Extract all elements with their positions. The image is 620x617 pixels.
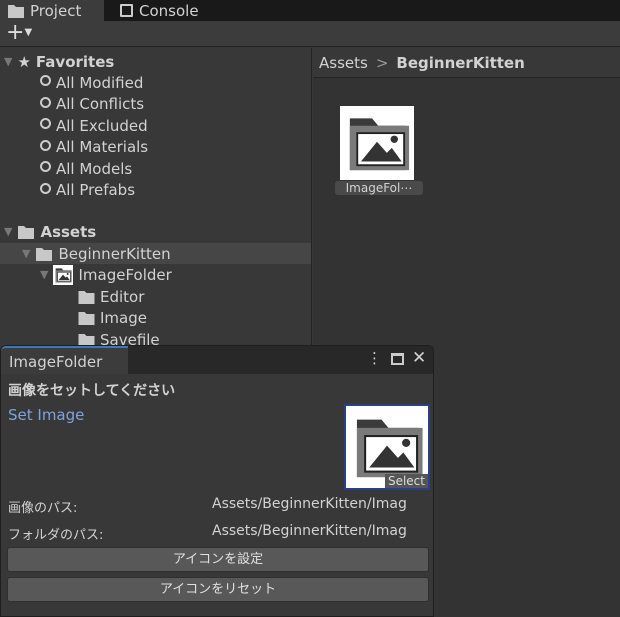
expand-arrow-icon: ▼ [4,225,13,238]
breadcrumb-separator: > [375,53,389,72]
toolbar: +▼ [0,21,620,47]
tree-label: BeginnerKitten [58,244,171,263]
folder-path-label: フォルダのパス: [8,528,104,543]
tree-label: Image [100,308,147,327]
search-icon [40,161,51,172]
favorite-label: All Modified [56,73,144,92]
search-icon [40,75,51,86]
maximize-icon[interactable] [391,353,404,365]
favorite-item[interactable]: All Models [40,158,132,179]
image-path-value: Assets/BeginnerKitten/Imag [212,496,407,512]
tree-item-editor[interactable]: Editor [78,286,144,307]
reset-icon-button[interactable]: アイコンをリセット [7,577,429,602]
star-icon: ★ [17,52,31,71]
folder-open-icon [17,225,35,239]
assets-header[interactable]: ▼ Assets [4,221,96,242]
tree-label: Editor [100,287,145,306]
expand-arrow-icon: ▼ [4,55,13,68]
tree-item-beginnerkitten[interactable]: ▼ BeginnerKitten [0,243,311,264]
window-tab[interactable]: ImageFolder [1,346,128,374]
image-folder-icon [53,264,74,285]
breadcrumb-assets[interactable]: Assets [319,54,368,72]
favorite-item[interactable]: All Excluded [40,115,148,136]
favorites-header[interactable]: ▼ ★ Favorites [4,51,114,72]
tab-bar: Project Console [0,0,620,21]
tab-project[interactable]: Project [0,0,104,21]
search-icon [40,139,51,151]
plus-icon: + [6,20,25,45]
set-icon-button[interactable]: アイコンを設定 [7,547,429,572]
favorite-label: All Excluded [56,116,148,135]
imagefolder-window: ImageFolder ⋮ ✕ 画像をセットしてください Set Image S… [0,345,434,617]
favorite-item[interactable]: All Modified [40,72,143,93]
close-icon[interactable]: ✕ [412,348,426,368]
breadcrumb-current[interactable]: BeginnerKitten [396,54,524,72]
select-button[interactable]: Select [384,474,428,488]
asset-item-imagefolder[interactable]: ImageFol⋯ [335,106,425,195]
asset-label: ImageFol⋯ [335,181,423,195]
expand-arrow-icon: ▼ [22,247,31,260]
search-icon [40,182,51,194]
tab-label: Project [30,1,82,20]
image-picker[interactable]: Select [344,404,430,490]
folder-icon [78,290,95,304]
folder-icon [78,311,95,325]
image-path-label: 画像のパス: [8,501,78,516]
tree-label: ImageFolder [78,265,172,284]
favorite-item[interactable]: All Conflicts [40,94,144,115]
search-icon [40,96,51,108]
tree-item-imagefolder[interactable]: ▼ ImageFolder [40,264,172,285]
favorite-item[interactable]: All Materials [40,137,148,158]
favorites-label: Favorites [35,52,115,71]
assets-label: Assets [40,222,97,241]
set-image-label: Set Image [8,406,85,424]
chevron-down-icon: ▼ [24,27,33,38]
favorite-item[interactable]: All Prefabs [40,180,135,201]
heading: 画像をセットしてください [8,383,176,399]
tab-console[interactable]: Console [112,0,207,21]
expand-arrow-icon: ▼ [40,268,49,281]
folder-path-value: Assets/BeginnerKitten/Imag [212,523,407,539]
console-icon [120,4,133,17]
folder-icon [35,247,53,261]
folder-icon [8,4,24,18]
search-icon [40,118,51,129]
image-folder-icon [340,106,414,180]
favorite-label: All Conflicts [56,95,145,113]
add-button[interactable]: +▼ [6,21,32,45]
favorite-label: All Prefabs [56,181,136,199]
favorite-label: All Materials [56,138,149,156]
tree-item-image[interactable]: Image [78,307,147,328]
favorite-label: All Models [56,159,133,178]
breadcrumb: Assets > BeginnerKitten [313,48,620,78]
more-options-icon[interactable]: ⋮ [367,349,382,367]
tab-label: Console [139,1,199,20]
